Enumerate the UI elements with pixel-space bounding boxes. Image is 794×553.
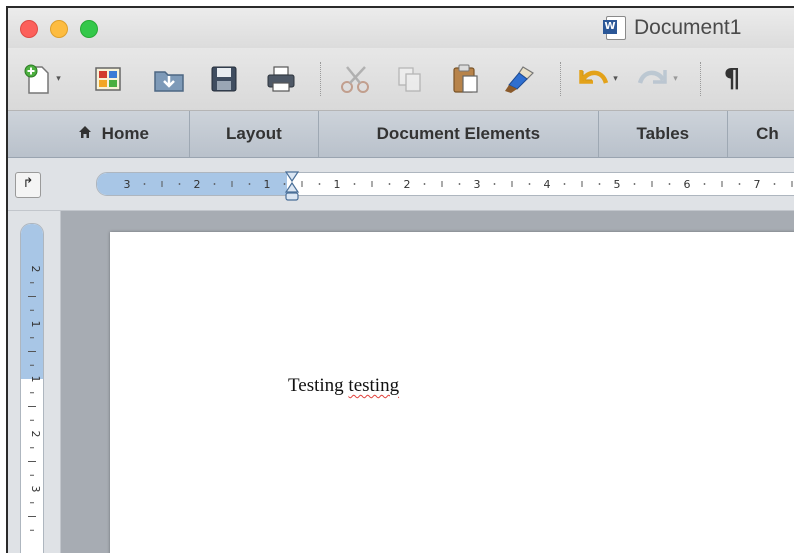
ruler-row: ↱ 321123456789 [8,158,794,211]
ruler-tick [388,183,391,185]
template-gallery-icon [95,67,121,91]
chevron-down-icon[interactable]: ▾ [56,74,61,84]
home-icon [78,125,92,144]
tab-charts[interactable]: Ch [728,111,794,157]
ruler-tick [668,183,671,185]
ruler-label: 4 [544,178,551,191]
ruler-tick [318,183,321,185]
ruler-label: 1 [29,321,42,328]
ruler-label: 7 [754,178,761,191]
horizontal-ruler-ticks: 321123456789 [124,178,793,191]
word-testing-1: Testing [288,375,344,396]
pilcrow-icon: ¶ [723,64,741,94]
ruler-tick [248,183,251,185]
word-document-icon [603,16,626,40]
ruler-tick [563,183,566,185]
paintbrush-icon [505,66,534,93]
tab-layout[interactable]: Layout [190,111,320,157]
tab-stop-selector[interactable]: ↱ [15,172,41,198]
ruler-label: 1 [264,178,271,191]
chevron-down-icon[interactable]: ▾ [613,74,618,84]
word-window: Document1 ▾ [6,6,794,553]
ruler-tick [213,183,216,185]
ruler-label: 2 [29,431,42,438]
tab-charts-label: Ch [756,124,779,143]
copy-icon [398,67,421,92]
ruler-tick [423,183,426,185]
copy-button[interactable] [390,62,430,96]
standard-toolbar: ▾ ▾ ▾ ¶ [8,48,794,111]
document-body-text[interactable]: Testing testing [288,375,399,397]
ruler-label: 1 [334,178,341,191]
vertical-ruler-column: 2 1 1 2 3 [8,211,61,553]
toolbar-separator [700,62,702,96]
toolbar-separator [320,62,322,96]
vertical-ruler-ticks: 2 1 1 2 3 [28,266,42,531]
paste-icon [453,64,478,93]
tab-layout-label: Layout [226,124,282,143]
tab-tables[interactable]: Tables [599,111,729,157]
tab-document-elements[interactable]: Document Elements [319,111,599,157]
close-button[interactable] [20,20,38,38]
undo-button[interactable]: ▾ [570,62,624,96]
ruler-tick [738,183,741,185]
cut-button[interactable] [334,62,378,96]
toolbar-separator [560,62,562,96]
save-icon [211,66,237,92]
redo-button[interactable]: ▾ [630,62,684,96]
ruler-tick [493,183,496,185]
show-formatting-button[interactable]: ¶ [712,62,752,96]
ruler-label: 3 [29,486,42,493]
ribbon-tabs: Home Layout Document Elements Tables Ch [8,111,794,158]
tab-stop-icon: ↱ [22,176,34,191]
ruler-tick [703,183,706,185]
zoom-button[interactable] [80,20,98,38]
template-gallery-button[interactable] [88,62,128,96]
redo-icon [638,70,667,84]
print-button[interactable] [260,62,302,96]
ruler-tick [143,183,146,185]
document-page[interactable]: Testing testing [110,232,794,553]
ruler-tick [528,183,531,185]
tab-home-label: Home [101,124,149,143]
tab-home[interactable]: Home [8,111,190,157]
tab-tables-label: Tables [636,124,690,143]
format-painter-button[interactable] [498,62,542,96]
scissors-icon [341,66,369,93]
new-document-button[interactable]: ▾ [14,62,70,96]
ruler-label: 2 [404,178,411,191]
ruler-label: 3 [474,178,481,191]
new-document-icon [24,64,49,94]
open-folder-icon [154,71,184,92]
word-testing-2-misspelled: testing [348,375,400,396]
title-bar: Document1 [8,8,794,48]
window-title-text: Document1 [634,16,742,39]
vertical-ruler[interactable]: 2 1 1 2 3 [20,223,44,553]
ruler-tick [633,183,636,185]
ruler-label: 6 [684,178,691,191]
ruler-tick [178,183,181,185]
paste-button[interactable] [444,62,486,96]
minimize-button[interactable] [50,20,68,38]
tab-document-elements-label: Document Elements [376,124,541,143]
ruler-label: 1 [29,376,42,383]
open-button[interactable] [148,62,190,96]
print-icon [267,66,295,92]
ruler-label: 2 [194,178,201,191]
ruler-tick [773,183,776,185]
ruler-tick [353,183,356,185]
ruler-tick [598,183,601,185]
ruler-label: 3 [124,178,131,191]
horizontal-ruler[interactable]: 321123456789 [96,172,794,196]
save-button[interactable] [204,62,244,96]
document-canvas: Testing testing [61,211,794,553]
window-title: Document1 [603,14,742,42]
ruler-tick [458,183,461,185]
ruler-label: 2 [29,266,42,273]
ruler-label: 5 [614,178,621,191]
chevron-down-icon[interactable]: ▾ [673,74,678,84]
indent-marker-icon[interactable] [284,171,300,213]
undo-icon [579,70,609,84]
